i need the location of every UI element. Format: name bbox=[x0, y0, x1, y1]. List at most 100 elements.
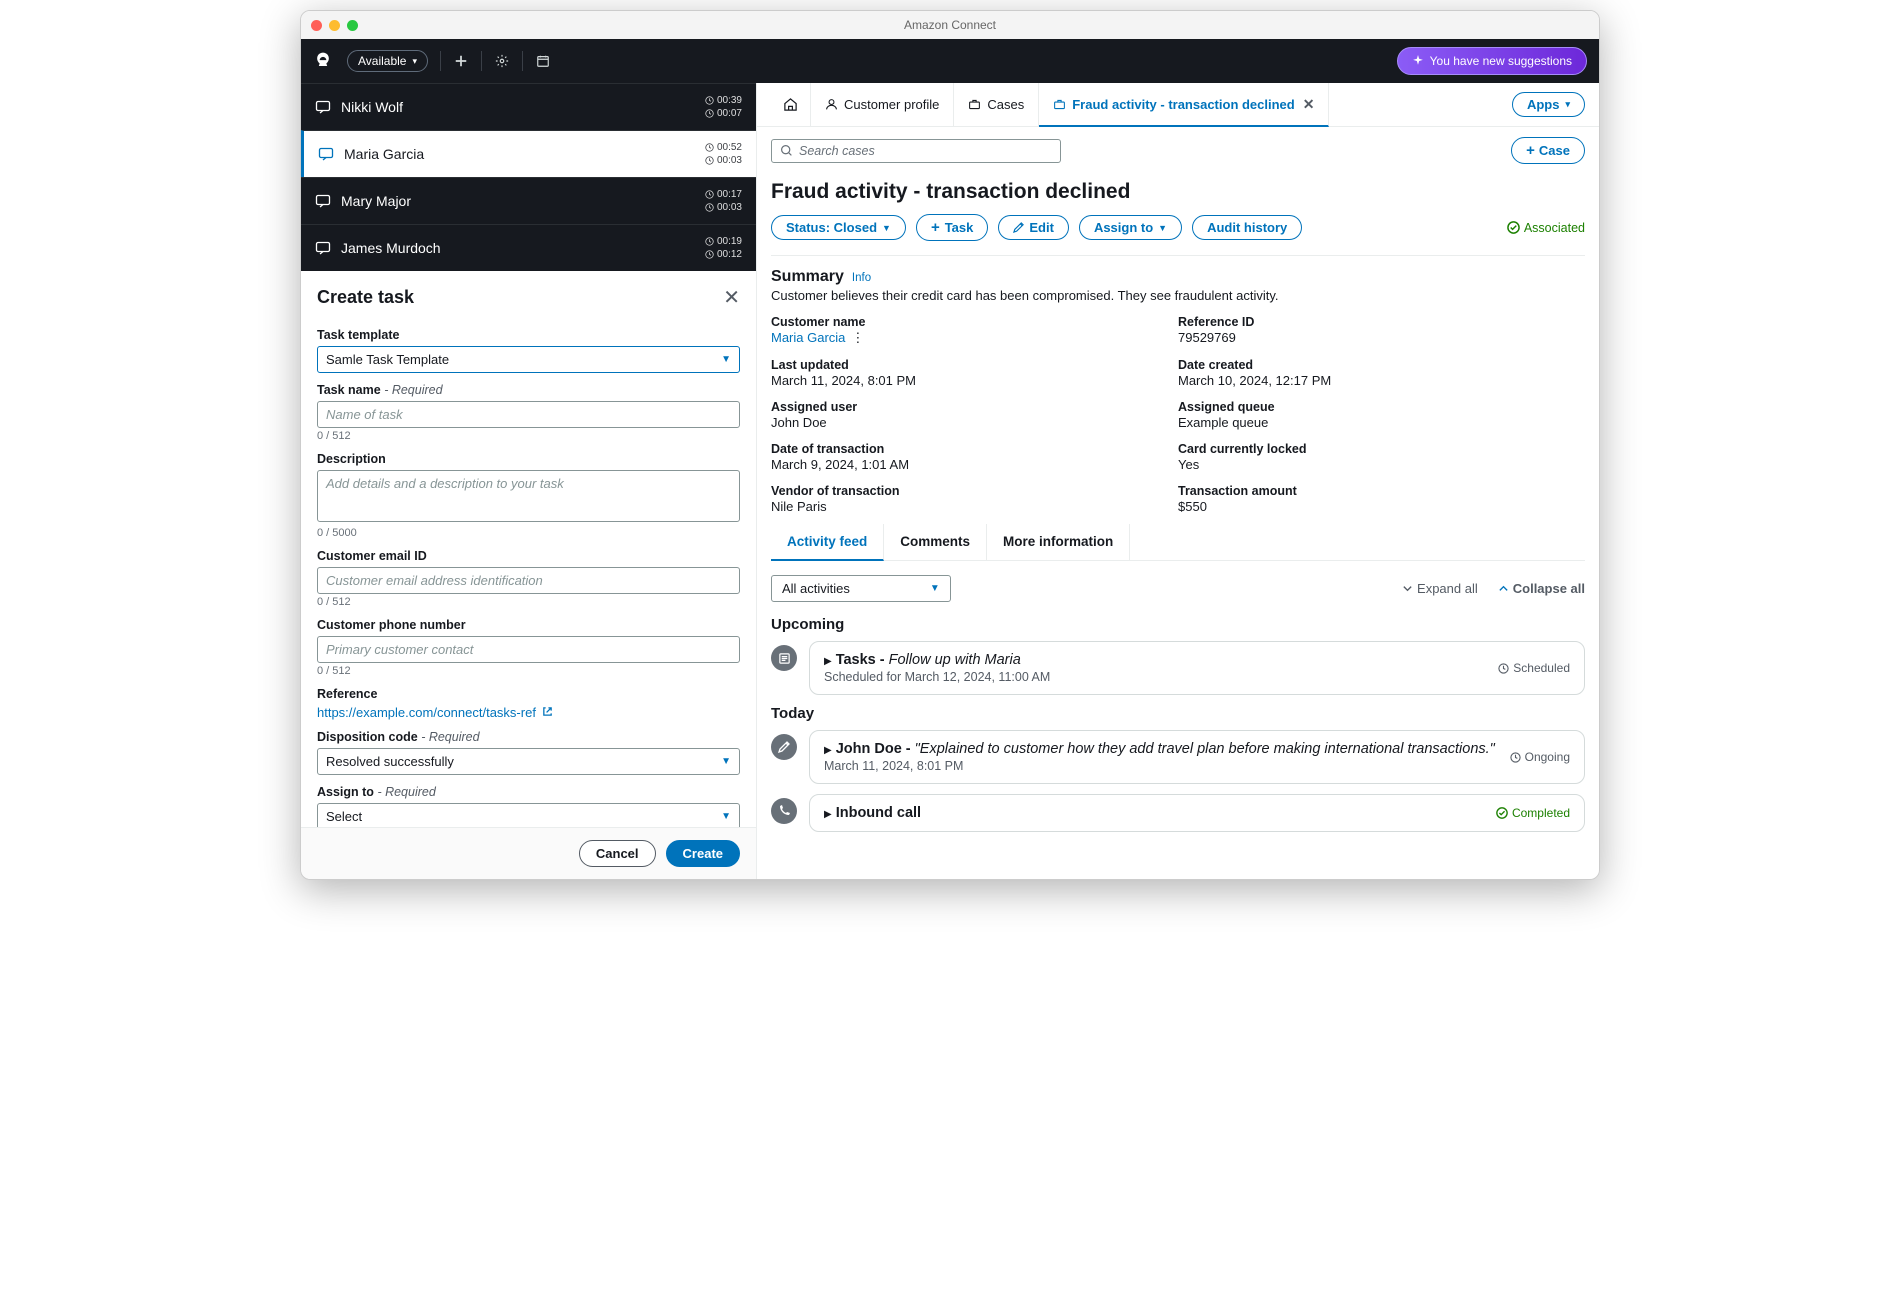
agent-status-dropdown[interactable]: Available bbox=[347, 50, 428, 72]
audit-history-button[interactable]: Audit history bbox=[1192, 215, 1302, 240]
disposition-label: Disposition code - Required bbox=[317, 730, 740, 744]
kv-customer-name: Customer nameMaria Garcia⋮ bbox=[771, 315, 1178, 346]
contact-row[interactable]: Mary Major 00:17 00:03 bbox=[301, 177, 756, 224]
kv-reference-id: Reference ID79529769 bbox=[1178, 315, 1585, 346]
activity-card[interactable]: ▶John Doe - "Explained to customer how t… bbox=[809, 730, 1585, 784]
chat-icon bbox=[315, 193, 331, 209]
kv-amount: Transaction amount$550 bbox=[1178, 484, 1585, 514]
check-circle-icon bbox=[1507, 221, 1520, 234]
gear-icon[interactable] bbox=[494, 53, 510, 69]
close-icon[interactable]: ✕ bbox=[723, 285, 740, 310]
calendar-icon[interactable] bbox=[535, 53, 551, 69]
assign-to-dropdown[interactable]: Assign to▼ bbox=[1079, 215, 1182, 240]
contact-row[interactable]: James Murdoch 00:19 00:12 bbox=[301, 224, 756, 271]
search-input[interactable]: Search cases bbox=[771, 139, 1061, 163]
case-button-label: Case bbox=[1539, 143, 1570, 158]
new-case-button[interactable]: +Case bbox=[1511, 137, 1585, 164]
contact-name: Mary Major bbox=[341, 193, 695, 209]
window-titlebar: Amazon Connect bbox=[301, 11, 1599, 39]
cancel-button[interactable]: Cancel bbox=[579, 840, 656, 867]
app-logo-icon bbox=[313, 50, 335, 72]
tab-cases[interactable]: Cases bbox=[954, 83, 1039, 127]
task-button[interactable]: +Task bbox=[916, 214, 988, 241]
tab-close-icon[interactable]: ✕ bbox=[1303, 96, 1315, 113]
case-title: Fraud activity - transaction declined bbox=[771, 180, 1585, 204]
activity-subtitle: Scheduled for March 12, 2024, 11:00 AM bbox=[824, 670, 1498, 684]
kv-last-updated: Last updatedMarch 11, 2024, 8:01 PM bbox=[771, 358, 1178, 388]
assign-to-label: Assign to - Required bbox=[317, 785, 740, 799]
assign-to-select[interactable]: Select▼ bbox=[317, 803, 740, 827]
apps-dropdown[interactable]: Apps bbox=[1512, 92, 1585, 117]
description-counter: 0 / 5000 bbox=[317, 527, 740, 539]
suggestions-button[interactable]: You have new suggestions bbox=[1397, 47, 1587, 75]
sparkle-icon bbox=[1412, 55, 1424, 67]
task-template-label: Task template bbox=[317, 328, 740, 342]
tab-customer-profile[interactable]: Customer profile bbox=[811, 83, 954, 127]
chat-icon bbox=[315, 240, 331, 256]
clock-icon bbox=[1498, 663, 1509, 674]
contact-timers: 00:52 00:03 bbox=[705, 141, 742, 167]
contact-row[interactable]: Maria Garcia 00:52 00:03 bbox=[301, 130, 756, 177]
reference-label: Reference bbox=[317, 687, 740, 701]
collapse-all-button[interactable]: Collapse all bbox=[1498, 581, 1585, 596]
reference-link[interactable]: https://example.com/connect/tasks-ref bbox=[317, 705, 553, 720]
edit-badge-icon bbox=[771, 734, 797, 760]
contact-name: Nikki Wolf bbox=[341, 99, 695, 115]
task-template-select[interactable]: Samle Task Template▼ bbox=[317, 346, 740, 373]
kebab-icon[interactable]: ⋮ bbox=[851, 330, 865, 346]
kv-card-locked: Card currently lockedYes bbox=[1178, 442, 1585, 472]
subtab-activity-feed[interactable]: Activity feed bbox=[771, 524, 884, 561]
disposition-select[interactable]: Resolved successfully▼ bbox=[317, 748, 740, 775]
kv-assigned-user: Assigned userJohn Doe bbox=[771, 400, 1178, 430]
task-name-input[interactable] bbox=[317, 401, 740, 428]
activity-status: Scheduled bbox=[1498, 652, 1570, 684]
subtabs: Activity feed Comments More information bbox=[771, 524, 1585, 561]
pencil-icon bbox=[1013, 222, 1024, 233]
subtab-more-information[interactable]: More information bbox=[987, 524, 1130, 560]
edit-button[interactable]: Edit bbox=[998, 215, 1069, 240]
customer-name-link[interactable]: Maria Garcia bbox=[771, 330, 845, 345]
task-label: Task bbox=[945, 220, 974, 235]
create-button[interactable]: Create bbox=[666, 840, 740, 867]
add-icon[interactable] bbox=[453, 53, 469, 69]
tab-label: Fraud activity - transaction declined bbox=[1072, 97, 1295, 112]
contact-row[interactable]: Nikki Wolf 00:39 00:07 bbox=[301, 83, 756, 130]
contact-timers: 00:39 00:07 bbox=[705, 94, 742, 120]
activity-card[interactable]: ▶Inbound call Completed bbox=[809, 794, 1585, 832]
email-input[interactable] bbox=[317, 567, 740, 594]
section-upcoming: Upcoming bbox=[771, 616, 1585, 633]
associated-badge: Associated bbox=[1507, 221, 1585, 235]
contact-timers: 00:19 00:12 bbox=[705, 235, 742, 261]
status-dropdown[interactable]: Status: Closed▼ bbox=[771, 215, 906, 240]
clock-icon bbox=[1510, 752, 1521, 763]
tab-fraud-activity[interactable]: Fraud activity - transaction declined ✕ bbox=[1039, 83, 1329, 127]
expand-all-button[interactable]: Expand all bbox=[1402, 581, 1478, 596]
tab-label: Cases bbox=[987, 97, 1024, 112]
person-icon bbox=[825, 98, 838, 111]
edit-label: Edit bbox=[1029, 220, 1054, 235]
phone-input[interactable] bbox=[317, 636, 740, 663]
email-counter: 0 / 512 bbox=[317, 596, 740, 608]
audit-label: Audit history bbox=[1207, 220, 1287, 235]
assign-to-value: Select bbox=[326, 809, 362, 824]
phone-label: Customer phone number bbox=[317, 618, 740, 632]
check-circle-icon bbox=[1496, 807, 1508, 819]
task-template-value: Samle Task Template bbox=[326, 352, 449, 367]
filter-value: All activities bbox=[782, 581, 850, 596]
chevron-down-icon bbox=[1402, 583, 1413, 594]
info-link[interactable]: Info bbox=[852, 272, 871, 284]
disposition-value: Resolved successfully bbox=[326, 754, 454, 769]
description-input[interactable] bbox=[317, 470, 740, 522]
sidebar: Nikki Wolf 00:39 00:07 Maria Garcia 00:5… bbox=[301, 83, 756, 879]
chat-icon bbox=[318, 146, 334, 162]
activity-title: "Explained to customer how they add trav… bbox=[915, 741, 1495, 757]
description-label: Description bbox=[317, 452, 740, 466]
activity-card[interactable]: ▶Tasks - Follow up with Maria Scheduled … bbox=[809, 641, 1585, 695]
briefcase-icon bbox=[1053, 98, 1066, 111]
subtab-comments[interactable]: Comments bbox=[884, 524, 987, 560]
activity-status: Ongoing bbox=[1510, 741, 1570, 773]
summary-heading: Summary bbox=[771, 268, 844, 286]
activity-filter-select[interactable]: All activities▼ bbox=[771, 575, 951, 602]
tab-home[interactable] bbox=[771, 83, 811, 127]
panel-title: Create task bbox=[317, 287, 723, 308]
